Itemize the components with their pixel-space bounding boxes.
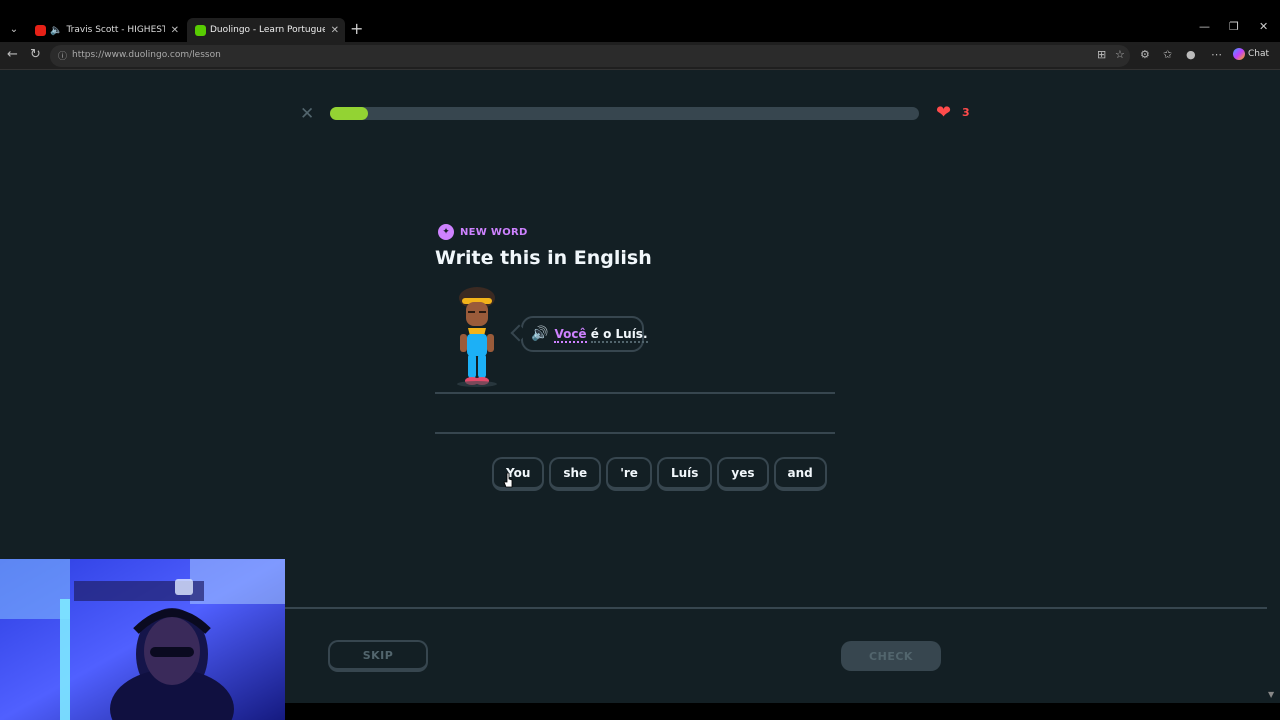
skip-button[interactable]: SKIP [328, 640, 428, 672]
word-chip[interactable]: yes [717, 457, 769, 491]
word-chip[interactable]: she [549, 457, 602, 491]
browser-toolbar: ← ↻ ⓘ https://www.duolingo.com/lesson ⊞ … [0, 42, 1280, 70]
audio-playing-icon[interactable]: 🔈 [50, 25, 62, 36]
browser-tab-duolingo[interactable]: Duolingo - Learn Portuguese with ✕ [187, 18, 345, 42]
extensions-icon[interactable]: ⚙ [1140, 48, 1150, 61]
close-lesson-icon[interactable]: ✕ [300, 104, 314, 124]
new-word-highlight[interactable]: Você [554, 327, 587, 343]
taskbar-strip [285, 703, 1280, 720]
progress-fill [330, 107, 369, 120]
duolingo-icon [195, 24, 206, 36]
browser-tab-youtube[interactable]: 🔈 Travis Scott - HIGHEST IN THE ✕ [27, 18, 185, 42]
new-word-badge: ✦ NEW WORD [438, 224, 528, 240]
mouse-pointer-icon [503, 473, 513, 488]
word-chip[interactable]: and [773, 457, 827, 491]
new-word-label: NEW WORD [460, 226, 528, 238]
character-illustration [457, 287, 497, 387]
browser-tab-bar: ⌄ 🔈 Travis Scott - HIGHEST IN THE ✕ Duol… [0, 0, 1280, 42]
lesson-progress-bar [330, 107, 919, 120]
close-tab-icon[interactable]: ✕ [165, 25, 185, 36]
prompt-sentence: Você é o Luís. [554, 327, 648, 343]
copilot-icon [1233, 48, 1245, 60]
copilot-chat-button[interactable]: Chat [1233, 48, 1269, 60]
answer-area-line[interactable] [435, 432, 835, 434]
favorite-star-icon[interactable]: ☆ [1115, 48, 1125, 61]
heart-icon: ❤ [936, 102, 952, 123]
answer-area-line[interactable] [435, 392, 835, 394]
chat-label: Chat [1248, 49, 1270, 59]
scroll-down-icon[interactable]: ▼ [1268, 690, 1274, 699]
check-button[interactable]: CHECK [841, 641, 941, 671]
favorites-icon[interactable]: ✩ [1163, 48, 1172, 61]
minimize-icon[interactable]: — [1199, 20, 1210, 33]
word-chip[interactable]: You [492, 457, 545, 491]
word-chip[interactable]: 're [606, 457, 652, 491]
address-bar[interactable]: ⓘ https://www.duolingo.com/lesson [50, 45, 1130, 67]
new-word-icon: ✦ [438, 224, 454, 240]
youtube-icon [35, 24, 46, 36]
speech-bubble: 🔊 Você é o Luís. [521, 316, 648, 352]
more-options-icon[interactable]: ⋯ [1211, 48, 1222, 61]
app-available-icon[interactable]: ⊞ [1097, 48, 1106, 61]
new-tab-icon[interactable]: + [350, 20, 363, 38]
restore-icon[interactable]: ❐ [1229, 20, 1239, 33]
sentence-rest[interactable]: é o Luís. [590, 327, 648, 343]
refresh-icon[interactable]: ↻ [30, 47, 41, 62]
tab-actions-menu-icon[interactable]: ⌄ [5, 21, 23, 39]
site-info-icon[interactable]: ⓘ [58, 49, 67, 62]
word-chip[interactable]: Luís [656, 457, 713, 491]
url-text: https://www.duolingo.com/lesson [72, 50, 221, 60]
tab-title: Duolingo - Learn Portuguese with [210, 25, 325, 35]
profile-avatar-icon[interactable]: ● [1186, 48, 1196, 61]
webcam-overlay [0, 559, 285, 720]
page-scrollbar[interactable] [1268, 70, 1280, 703]
challenge-title: Write this in English [435, 247, 652, 269]
word-bank: You she 're Luís yes and [492, 457, 827, 491]
speaker-icon[interactable]: 🔊 [531, 326, 548, 342]
close-tab-icon[interactable]: ✕ [325, 25, 345, 36]
hearts-count: 3 [962, 106, 970, 119]
close-window-icon[interactable]: ✕ [1259, 20, 1268, 33]
back-icon[interactable]: ← [7, 47, 18, 62]
tab-title: Travis Scott - HIGHEST IN THE [66, 25, 165, 35]
